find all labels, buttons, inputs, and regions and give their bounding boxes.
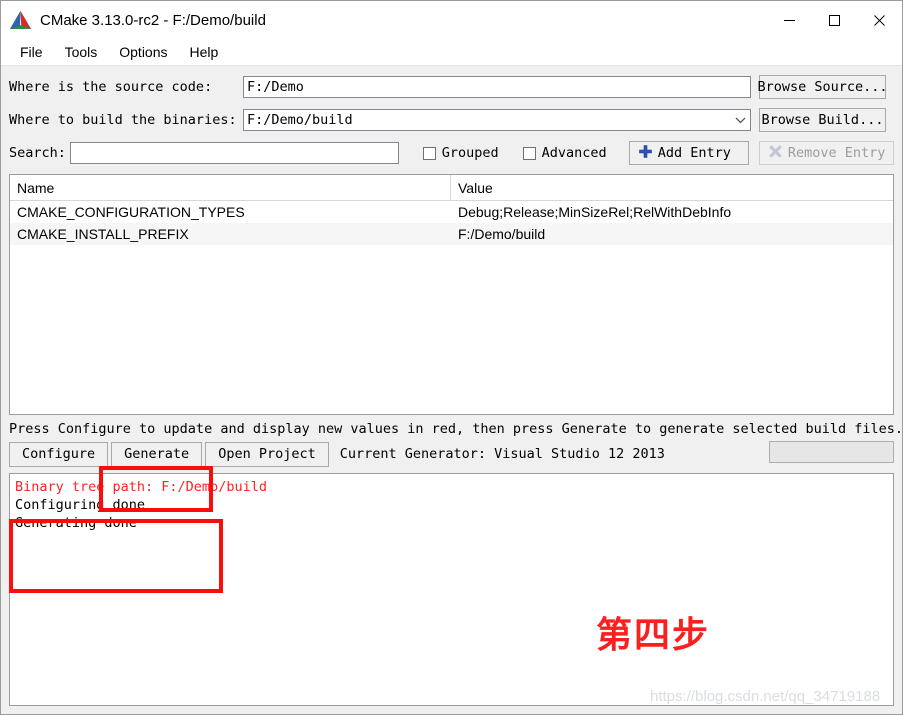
cmake-logo-icon bbox=[10, 11, 31, 29]
advanced-checkbox-box[interactable] bbox=[522, 146, 536, 160]
table-row[interactable]: CMAKE_CONFIGURATION_TYPES Debug;Release;… bbox=[10, 201, 893, 223]
remove-entry-label: Remove Entry bbox=[787, 145, 886, 161]
log-line: Binary tree path: F:/Demo/build bbox=[15, 479, 267, 495]
grouped-checkbox-box[interactable] bbox=[422, 146, 436, 160]
window-controls bbox=[767, 1, 902, 39]
menu-item-help[interactable]: Help bbox=[181, 42, 228, 62]
title-bar-left: CMake 3.13.0-rc2 - F:/Demo/build bbox=[1, 11, 266, 29]
remove-entry-button: Remove Entry bbox=[758, 141, 894, 165]
maximize-button[interactable] bbox=[812, 1, 857, 39]
generate-button[interactable]: Generate bbox=[111, 441, 203, 467]
cache-variables-table[interactable]: Name Value CMAKE_CONFIGURATION_TYPES Deb… bbox=[9, 174, 894, 415]
cmake-gui-window: CMake 3.13.0-rc2 - F:/Demo/build File To… bbox=[0, 0, 903, 715]
cell-name: CMAKE_INSTALL_PREFIX bbox=[17, 226, 189, 242]
build-label: Where to build the binaries: bbox=[9, 112, 237, 128]
add-entry-label: Add Entry bbox=[657, 145, 731, 161]
column-header-name[interactable]: Name bbox=[10, 175, 451, 200]
remove-x-icon bbox=[769, 145, 782, 162]
table-body: CMAKE_CONFIGURATION_TYPES Debug;Release;… bbox=[10, 201, 893, 414]
menu-item-options[interactable]: Options bbox=[110, 42, 176, 62]
source-input[interactable]: F:/Demo bbox=[243, 76, 751, 98]
open-project-button[interactable]: Open Project bbox=[205, 441, 329, 467]
source-row: Where is the source code: F:/Demo Browse… bbox=[9, 74, 894, 100]
log-line: Configuring done bbox=[15, 497, 146, 513]
search-input[interactable] bbox=[70, 142, 399, 164]
path-form-area: Where is the source code: F:/Demo Browse… bbox=[1, 66, 902, 172]
build-input-value: F:/Demo/build bbox=[247, 112, 353, 128]
advanced-checkbox[interactable]: Advanced bbox=[522, 145, 607, 161]
source-label: Where is the source code: bbox=[9, 79, 213, 95]
minimize-button[interactable] bbox=[767, 1, 812, 39]
annotation-step-label: 第四步 bbox=[596, 615, 711, 656]
title-bar: CMake 3.13.0-rc2 - F:/Demo/build bbox=[1, 1, 902, 39]
current-generator-label: Current Generator: Visual Studio 12 2013 bbox=[339, 446, 665, 462]
browse-build-button[interactable]: Browse Build... bbox=[759, 108, 886, 132]
close-button[interactable] bbox=[857, 1, 902, 39]
log-line: Generating done bbox=[15, 515, 137, 531]
search-options-row: Search: Grouped Advanced Add Entry Remov… bbox=[9, 140, 894, 166]
status-hint: Press Configure to update and display ne… bbox=[9, 421, 903, 437]
action-button-row: Configure Generate Open Project Current … bbox=[1, 439, 902, 469]
build-input[interactable]: F:/Demo/build bbox=[243, 109, 751, 131]
cell-value: F:/Demo/build bbox=[458, 226, 546, 242]
menu-item-tools[interactable]: Tools bbox=[56, 42, 107, 62]
table-header-row: Name Value bbox=[10, 175, 893, 201]
menu-item-file[interactable]: File bbox=[11, 42, 52, 62]
add-entry-button[interactable]: Add Entry bbox=[628, 141, 749, 165]
configure-button[interactable]: Configure bbox=[9, 441, 109, 467]
table-row[interactable]: CMAKE_INSTALL_PREFIX F:/Demo/build bbox=[10, 223, 893, 245]
advanced-checkbox-label: Advanced bbox=[541, 145, 607, 161]
grouped-checkbox-label: Grouped bbox=[441, 145, 499, 161]
menu-bar: File Tools Options Help bbox=[1, 39, 902, 66]
plus-icon bbox=[638, 144, 652, 162]
search-label: Search: bbox=[9, 145, 66, 161]
cell-name: CMAKE_CONFIGURATION_TYPES bbox=[17, 204, 245, 220]
watermark-text: https://blog.csdn.net/qq_34719188 bbox=[650, 688, 881, 705]
browse-source-button[interactable]: Browse Source... bbox=[757, 75, 888, 99]
progress-bar bbox=[769, 441, 894, 463]
cell-value: Debug;Release;MinSizeRel;RelWithDebInfo bbox=[458, 204, 732, 220]
output-log-panel[interactable]: Binary tree path: F:/Demo/build Configur… bbox=[9, 473, 894, 706]
grouped-checkbox[interactable]: Grouped bbox=[422, 145, 499, 161]
build-row: Where to build the binaries: F:/Demo/bui… bbox=[9, 107, 894, 133]
window-title: CMake 3.13.0-rc2 - F:/Demo/build bbox=[40, 11, 266, 29]
column-header-value[interactable]: Value bbox=[451, 175, 893, 200]
chevron-down-icon[interactable] bbox=[735, 110, 746, 130]
